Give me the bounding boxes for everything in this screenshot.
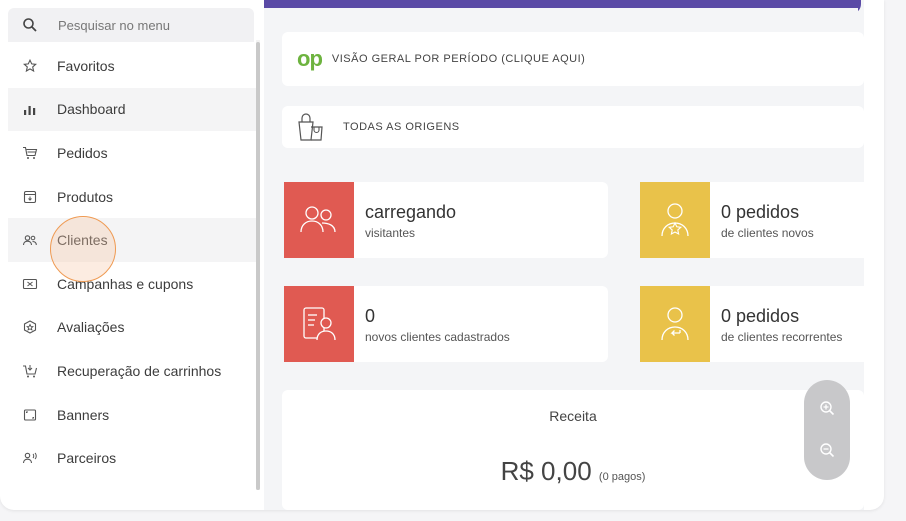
shopping-bag-icon	[298, 113, 323, 141]
sidebar-item-label: Produtos	[57, 188, 114, 205]
stat-icon-box	[284, 182, 354, 258]
search-box[interactable]: Pesquisar no menu	[8, 8, 254, 42]
stat-card-clientes-novos: 0 pedidos de clientes novos	[640, 182, 864, 258]
stat-caption: novos clientes cadastrados	[365, 330, 510, 344]
sidebar-item-label: Recuperação de carrinhos	[57, 362, 222, 379]
sidebar: Pesquisar no menu Favoritos Dashboard Pe…	[0, 0, 262, 492]
origins-label: Todas as origens	[343, 121, 460, 133]
top-accent-mask	[264, 8, 858, 14]
sidebar-item-label: Pedidos	[57, 144, 108, 161]
search-input[interactable]: Pesquisar no menu	[58, 18, 170, 33]
period-selector[interactable]: op Visão geral por período (clique aqui)	[282, 32, 864, 86]
sidebar-item-label: Favoritos	[57, 57, 115, 74]
partner-icon	[21, 449, 39, 467]
sidebar-item-produtos[interactable]: Produtos	[8, 175, 256, 219]
cart-icon	[21, 144, 39, 162]
returning-customer-icon	[661, 307, 689, 341]
stat-value: 0	[365, 306, 376, 326]
period-label: Visão geral por período (clique aqui)	[331, 53, 586, 65]
revenue-value-line: R$ 0,00 (0 pagos)	[282, 456, 864, 487]
stat-icon-box	[640, 286, 710, 362]
stat-caption: de clientes recorrentes	[721, 330, 843, 344]
sidebar-item-label: Banners	[57, 406, 110, 423]
stat-caption: visitantes	[365, 226, 416, 240]
stat-value: 0 pedidos	[721, 306, 800, 326]
sidebar-item-label: Avaliações	[57, 319, 125, 336]
revenue-value: R$ 0,00	[500, 456, 592, 486]
sidebar-item-avaliacoes[interactable]: Avaliações	[8, 306, 256, 350]
click-indicator	[50, 216, 116, 282]
banner-icon	[21, 406, 39, 424]
sidebar-scrollbar-thumb[interactable]	[256, 42, 260, 490]
sidebar-item-label: Parceiros	[57, 450, 117, 467]
stat-card-visitantes: carregando visitantes	[284, 182, 608, 258]
star-icon	[21, 57, 39, 75]
search-icon	[23, 18, 37, 32]
app-frame: Pesquisar no menu Favoritos Dashboard Pe…	[0, 0, 884, 510]
zoom-out-button[interactable]	[817, 440, 837, 460]
bar-chart-icon	[21, 100, 39, 118]
stat-caption: de clientes novos	[721, 226, 814, 240]
brand-logo: op	[297, 46, 323, 71]
sidebar-item-pedidos[interactable]: Pedidos	[8, 131, 256, 175]
zoom-out-icon	[820, 443, 835, 458]
zoom-controls	[804, 380, 850, 480]
revenue-card: Receita R$ 0,00 (0 pagos)	[282, 390, 864, 510]
users-icon	[300, 206, 336, 233]
ticket-icon	[21, 275, 39, 293]
sidebar-item-recuperacao[interactable]: Recuperação de carrinhos	[8, 349, 256, 393]
stat-value: 0 pedidos	[721, 202, 800, 222]
revenue-title: Receita	[549, 408, 597, 424]
origins-selector[interactable]: Todas as origens	[282, 106, 864, 148]
sidebar-item-banners[interactable]: Banners	[8, 393, 256, 437]
stat-icon-box	[284, 286, 354, 362]
sidebar-item-clientes[interactable]: Clientes	[8, 218, 256, 262]
stat-card-novos-cadastrados: 0 novos clientes cadastrados	[284, 286, 608, 362]
sidebar-menu: Favoritos Dashboard Pedidos Produtos Cli…	[8, 44, 256, 480]
sidebar-item-dashboard[interactable]: Dashboard	[8, 87, 256, 132]
cart-recover-icon	[21, 362, 39, 380]
stat-value: carregando	[365, 202, 457, 222]
zoom-in-icon	[820, 401, 835, 416]
zoom-in-button[interactable]	[817, 398, 837, 418]
sidebar-item-parceiros[interactable]: Parceiros	[8, 436, 256, 480]
revenue-paid-count: (0 pagos)	[598, 471, 646, 483]
rating-icon	[21, 318, 39, 336]
box-icon	[21, 188, 39, 206]
sidebar-item-favoritos[interactable]: Favoritos	[8, 44, 256, 88]
registration-icon	[303, 307, 336, 341]
stat-card-clientes-recorrentes: 0 pedidos de clientes recorrentes	[640, 286, 864, 362]
sidebar-item-campanhas[interactable]: Campanhas e cupons	[8, 262, 256, 306]
sidebar-item-label: Dashboard	[57, 101, 126, 118]
users-icon	[21, 231, 39, 249]
new-customer-icon	[661, 203, 689, 237]
main-content: op Visão geral por período (clique aqui)…	[264, 0, 864, 510]
stat-icon-box	[640, 182, 710, 258]
